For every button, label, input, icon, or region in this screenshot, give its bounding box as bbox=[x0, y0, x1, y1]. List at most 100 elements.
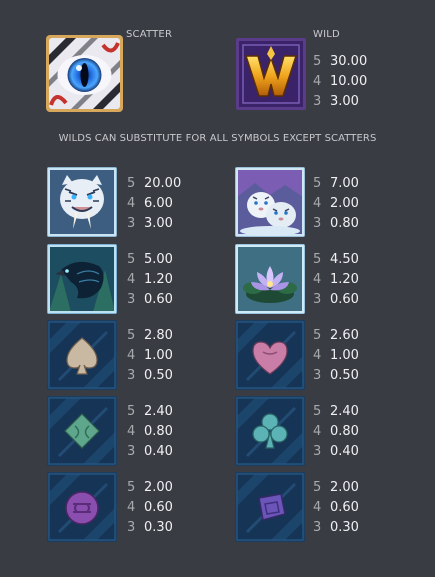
pay-row: 4 2.00 bbox=[313, 194, 359, 214]
pay-count: 3 bbox=[313, 368, 322, 383]
tiger-cubs-paytable: 5 7.00 4 2.00 3 0.80 bbox=[313, 174, 359, 234]
pay-row: 3 0.40 bbox=[127, 442, 173, 462]
pay-count: 4 bbox=[313, 74, 322, 89]
club-icon bbox=[235, 396, 305, 466]
pay-row: 3 0.60 bbox=[127, 290, 173, 310]
pay-row: 5 2.80 bbox=[127, 326, 173, 346]
lotus-flower-icon bbox=[235, 244, 305, 314]
diamond-paytable: 5 2.40 4 0.80 3 0.40 bbox=[127, 402, 173, 462]
scatter-label: SCATTER bbox=[126, 29, 173, 40]
pay-row: 4 0.60 bbox=[127, 498, 173, 518]
pay-value: 0.30 bbox=[330, 520, 359, 535]
purple-gem-paytable: 5 2.00 4 0.60 3 0.30 bbox=[313, 478, 359, 538]
pay-row: 3 0.60 bbox=[313, 290, 359, 310]
pay-row: 5 2.40 bbox=[127, 402, 173, 422]
pay-value: 2.60 bbox=[330, 328, 359, 343]
tiger-cubs-icon bbox=[235, 167, 305, 237]
heart-paytable: 5 2.60 4 1.00 3 0.50 bbox=[313, 326, 359, 386]
spade-icon bbox=[47, 320, 117, 390]
pay-count: 5 bbox=[313, 480, 322, 495]
pay-value: 0.80 bbox=[144, 424, 173, 439]
pay-count: 3 bbox=[313, 520, 322, 535]
pay-count: 4 bbox=[127, 424, 136, 439]
pay-count: 3 bbox=[127, 216, 136, 231]
pay-row: 3 0.30 bbox=[313, 518, 359, 538]
pay-value: 0.50 bbox=[330, 368, 359, 383]
pay-value: 3.00 bbox=[330, 94, 359, 109]
purple-coin-icon bbox=[47, 472, 117, 542]
wild-symbol bbox=[236, 38, 306, 110]
pay-value: 0.80 bbox=[330, 216, 359, 231]
pay-row: 5 4.50 bbox=[313, 250, 359, 270]
pay-row: 4 0.60 bbox=[313, 498, 359, 518]
symbol-raven bbox=[47, 244, 117, 314]
symbol-tiger-cubs bbox=[235, 167, 305, 237]
pay-count: 3 bbox=[127, 292, 136, 307]
pay-value: 0.30 bbox=[144, 520, 173, 535]
symbol-purple-coin bbox=[47, 472, 117, 542]
pay-value: 1.20 bbox=[144, 272, 173, 287]
symbol-heart bbox=[235, 320, 305, 390]
pay-count: 3 bbox=[127, 368, 136, 383]
pay-value: 30.00 bbox=[330, 54, 368, 69]
symbol-spade bbox=[47, 320, 117, 390]
pay-value: 0.60 bbox=[330, 500, 359, 515]
pay-count: 4 bbox=[313, 196, 322, 211]
pay-value: 1.00 bbox=[330, 348, 359, 363]
pay-count: 5 bbox=[313, 54, 322, 69]
diamond-icon bbox=[47, 396, 117, 466]
white-tiger-paytable: 5 20.00 4 6.00 3 3.00 bbox=[127, 174, 181, 234]
pay-count: 5 bbox=[313, 176, 322, 191]
pay-count: 4 bbox=[127, 348, 136, 363]
pay-row: 5 2.40 bbox=[313, 402, 359, 422]
pay-count: 3 bbox=[127, 520, 136, 535]
lotus-paytable: 5 4.50 4 1.20 3 0.60 bbox=[313, 250, 359, 310]
symbol-club bbox=[235, 396, 305, 466]
pay-count: 5 bbox=[127, 480, 136, 495]
white-tiger-icon bbox=[47, 167, 117, 237]
gold-w-icon bbox=[236, 38, 306, 110]
pay-row: 5 30.00 bbox=[313, 52, 367, 72]
pay-row: 5 7.00 bbox=[313, 174, 359, 194]
pay-value: 0.40 bbox=[330, 444, 359, 459]
purple-gem-icon bbox=[235, 472, 305, 542]
pay-value: 0.40 bbox=[144, 444, 173, 459]
pay-count: 4 bbox=[127, 272, 136, 287]
symbol-purple-gem bbox=[235, 472, 305, 542]
pay-count: 5 bbox=[313, 328, 322, 343]
pay-value: 0.60 bbox=[144, 292, 173, 307]
pay-value: 0.80 bbox=[330, 424, 359, 439]
pay-count: 4 bbox=[313, 424, 322, 439]
pay-row: 5 5.00 bbox=[127, 250, 173, 270]
blue-eye-icon bbox=[46, 35, 123, 112]
pay-count: 4 bbox=[127, 500, 136, 515]
pay-count: 5 bbox=[127, 176, 136, 191]
pay-count: 4 bbox=[313, 272, 322, 287]
purple-coin-paytable: 5 2.00 4 0.60 3 0.30 bbox=[127, 478, 173, 538]
pay-row: 4 6.00 bbox=[127, 194, 181, 214]
club-paytable: 5 2.40 4 0.80 3 0.40 bbox=[313, 402, 359, 462]
pay-count: 5 bbox=[313, 404, 322, 419]
pay-value: 2.00 bbox=[330, 480, 359, 495]
symbol-white-tiger bbox=[47, 167, 117, 237]
symbol-lotus bbox=[235, 244, 305, 314]
pay-row: 5 2.60 bbox=[313, 326, 359, 346]
pay-value: 1.20 bbox=[330, 272, 359, 287]
pay-value: 5.00 bbox=[144, 252, 173, 267]
pay-count: 3 bbox=[313, 444, 322, 459]
pay-count: 5 bbox=[313, 252, 322, 267]
pay-row: 4 10.00 bbox=[313, 72, 367, 92]
pay-row: 3 3.00 bbox=[127, 214, 181, 234]
pay-value: 2.40 bbox=[144, 404, 173, 419]
pay-value: 20.00 bbox=[144, 176, 182, 191]
pay-count: 4 bbox=[313, 348, 322, 363]
pay-count: 3 bbox=[313, 216, 322, 231]
pay-value: 2.80 bbox=[144, 328, 173, 343]
pay-value: 2.00 bbox=[330, 196, 359, 211]
pay-row: 4 1.20 bbox=[313, 270, 359, 290]
pay-count: 3 bbox=[313, 292, 322, 307]
pay-row: 4 1.20 bbox=[127, 270, 173, 290]
heart-icon bbox=[235, 320, 305, 390]
pay-row: 3 0.80 bbox=[313, 214, 359, 234]
pay-count: 3 bbox=[127, 444, 136, 459]
